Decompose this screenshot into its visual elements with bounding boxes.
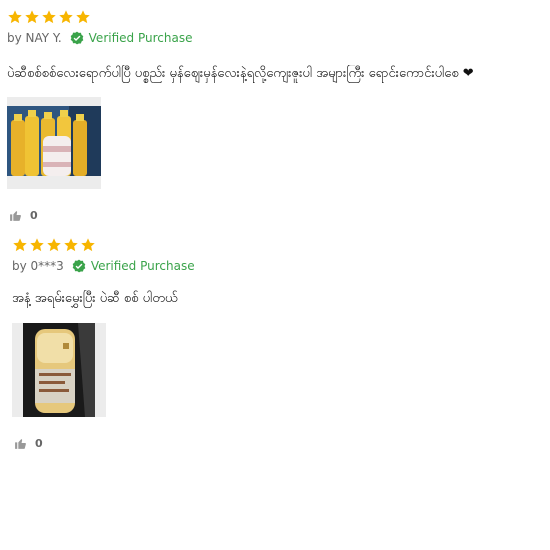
star-icon — [59, 10, 73, 24]
star-icon — [76, 10, 90, 24]
thumbs-up-icon — [10, 211, 21, 221]
review-byline: by 0***3 Verified Purchase — [12, 259, 195, 273]
star-icon — [25, 10, 39, 24]
star-icon — [13, 238, 27, 252]
verified-purchase-badge: Verified Purchase — [72, 259, 195, 273]
verified-check-icon — [70, 31, 83, 45]
review-content: ပဲဆီစစ်စစ်လေးရောက်ပါပြီ ပစ္စည်း မှန်ဈေးမ… — [7, 66, 474, 81]
helpful-count: 0 — [35, 437, 43, 450]
helpful-count: 0 — [30, 209, 38, 222]
star-icon — [8, 10, 22, 24]
helpful-button[interactable]: 0 — [14, 437, 43, 450]
reviewer-name: by 0***3 — [12, 259, 64, 273]
star-rating — [7, 9, 91, 25]
review-byline: by NAY Y. Verified Purchase — [7, 31, 192, 45]
star-icon — [47, 238, 61, 252]
review-photo[interactable] — [7, 97, 101, 189]
review-content: အနံ့ အရမ်းမွှေးပြီး ပဲဆီ စစ် ပါတယ် — [12, 291, 178, 306]
star-icon — [42, 10, 56, 24]
reviewer-name: by NAY Y. — [7, 31, 62, 45]
oil-bottle-photo-icon — [23, 323, 95, 417]
review-photo[interactable] — [12, 323, 106, 417]
verified-purchase-badge: Verified Purchase — [70, 31, 193, 45]
star-icon — [64, 238, 78, 252]
verified-check-icon — [72, 259, 86, 273]
verified-label: Verified Purchase — [90, 259, 195, 273]
star-icon — [30, 238, 44, 252]
helpful-button[interactable]: 0 — [9, 209, 38, 222]
verified-label: Verified Purchase — [88, 31, 193, 45]
thumbs-up-icon — [15, 439, 26, 449]
star-rating — [12, 237, 96, 253]
oil-bottles-photo-icon — [7, 106, 101, 176]
star-icon — [81, 238, 95, 252]
